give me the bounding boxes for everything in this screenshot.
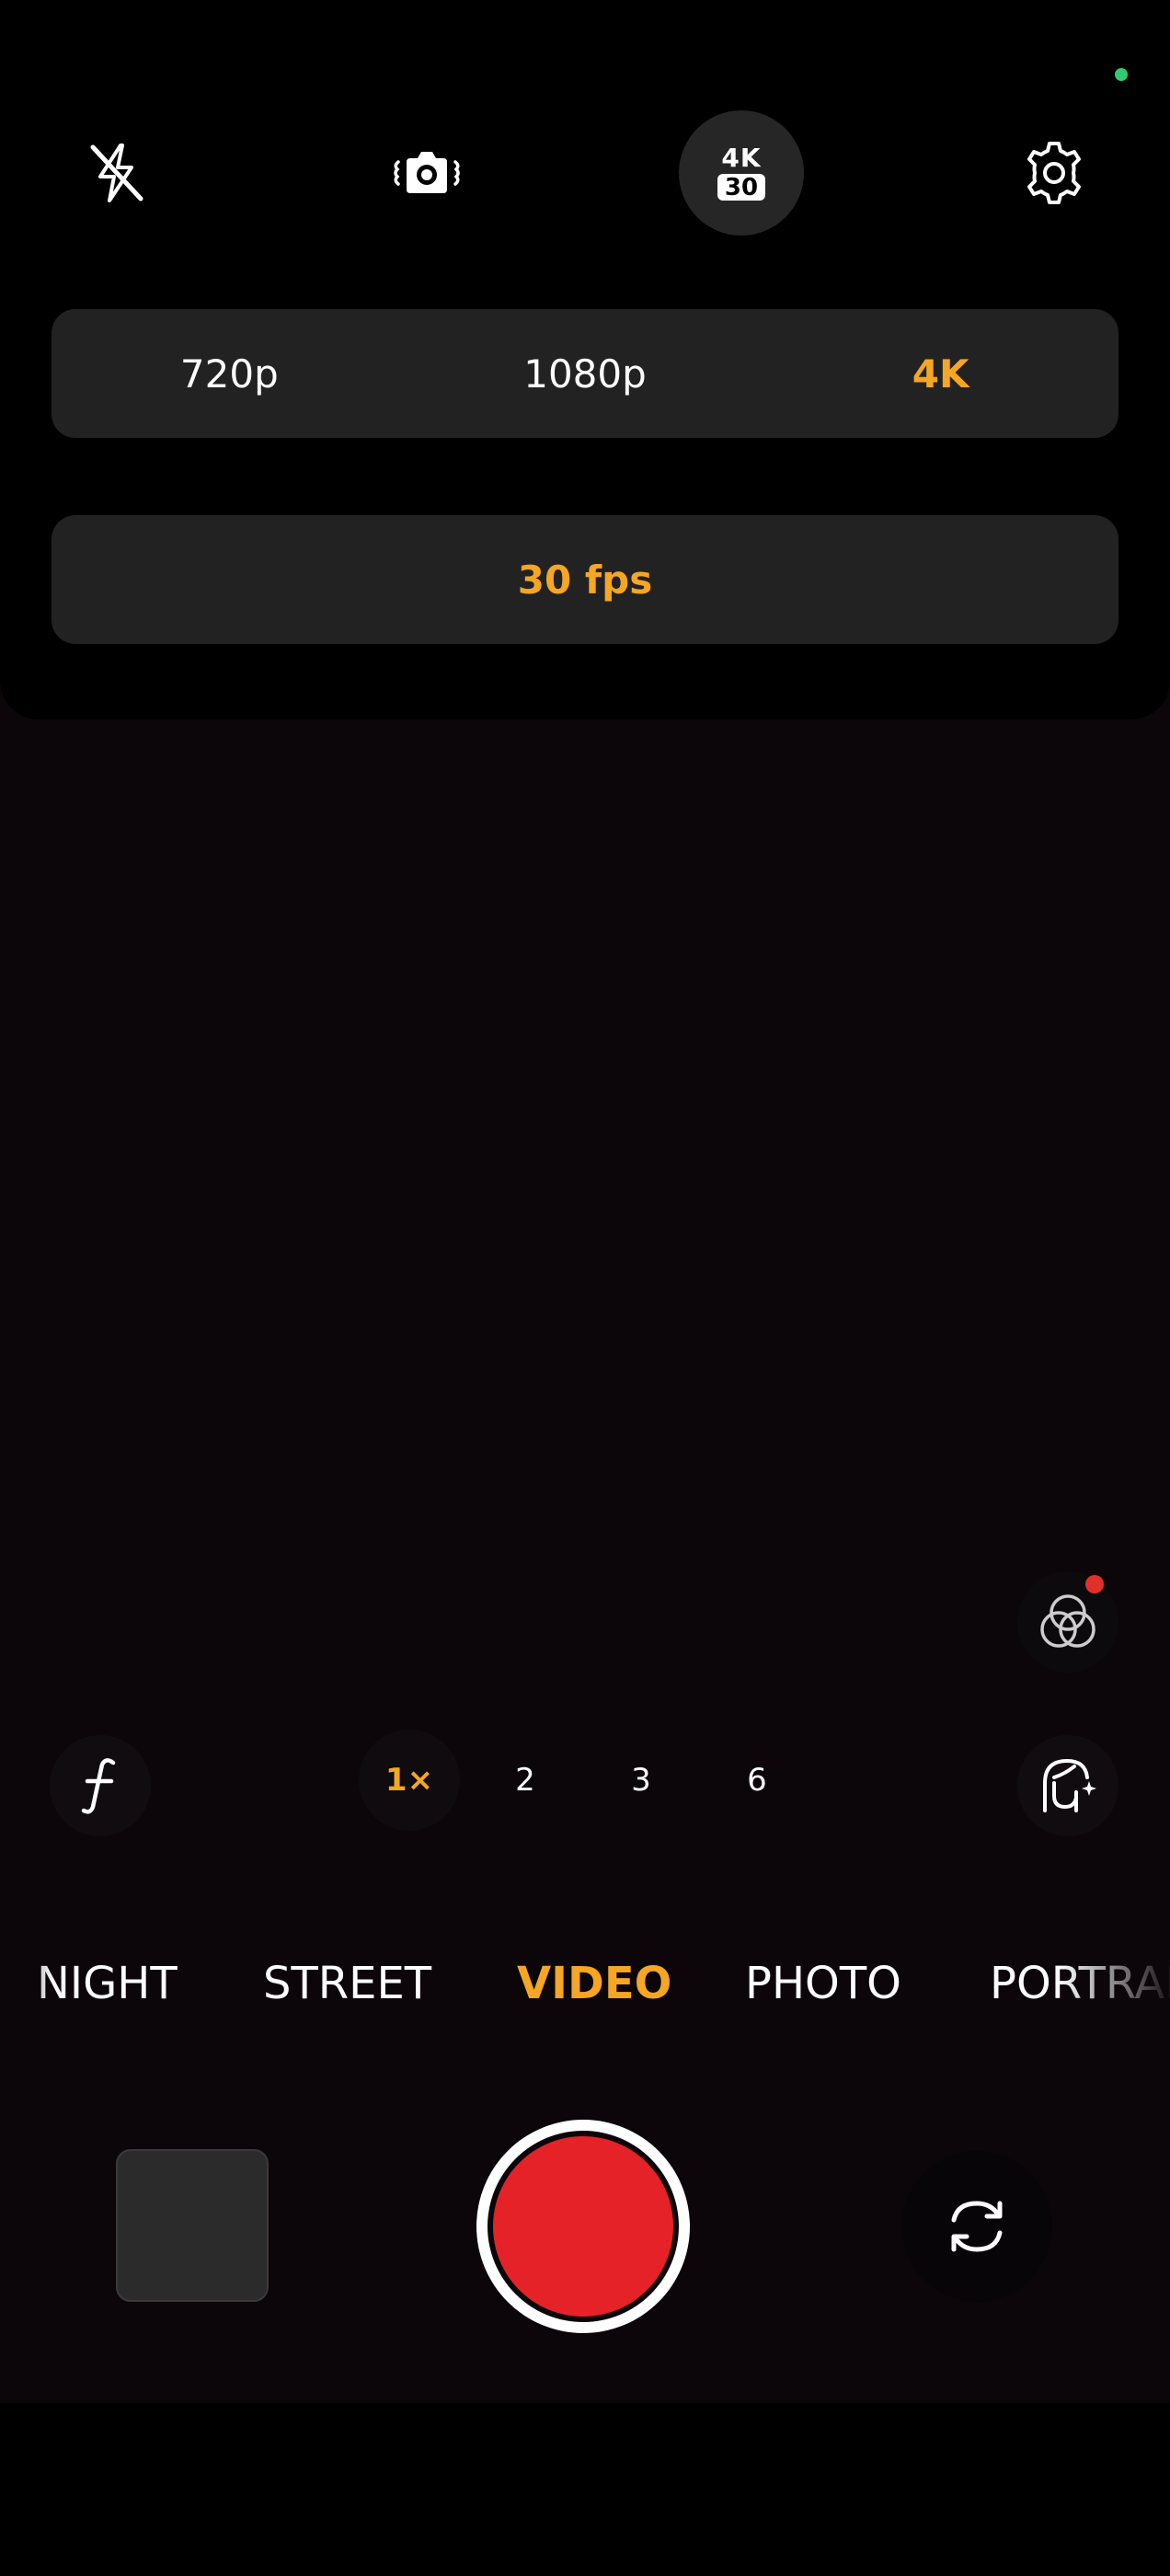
- mode-fade-left: [0, 1941, 55, 2024]
- filters-icon: [1040, 1594, 1095, 1648]
- zoom-selector: 1× 2 3 6: [359, 1730, 822, 1831]
- record-button-core: [493, 2136, 673, 2317]
- notification-dot: [1085, 1575, 1104, 1593]
- switch-camera-icon: [951, 2201, 1003, 2252]
- aperture-f-icon: [81, 1758, 116, 1814]
- mode-photo[interactable]: PHOTO: [745, 1950, 901, 2017]
- record-button[interactable]: [476, 2120, 690, 2333]
- face-retouch-button[interactable]: [1017, 1735, 1118, 1836]
- fps-selector: 30 fps: [52, 515, 1118, 644]
- resolution-badge[interactable]: 4K 30: [679, 110, 804, 236]
- filters-button[interactable]: [1017, 1571, 1118, 1673]
- mode-street[interactable]: STREET: [263, 1950, 431, 2017]
- resolution-selector: 720p 1080p 4K: [52, 309, 1118, 438]
- switch-camera-button[interactable]: [901, 2151, 1052, 2302]
- mode-night[interactable]: NIGHT: [37, 1950, 178, 2017]
- zoom-2x[interactable]: 2: [475, 1730, 576, 1831]
- face-retouch-icon: [1043, 1758, 1096, 1812]
- fps-option-30[interactable]: 30 fps: [52, 558, 1118, 603]
- mode-fade-right: [1060, 1941, 1170, 2024]
- zoom-3x[interactable]: 3: [591, 1730, 692, 1831]
- status-indicator-dot: [1115, 68, 1128, 81]
- zoom-6x[interactable]: 6: [706, 1730, 808, 1831]
- system-navigation-bar: [0, 2403, 1170, 2576]
- quick-settings-panel: 4K 30 720p 1080p 4K 30 fps: [0, 0, 1170, 719]
- mode-video[interactable]: VIDEO: [517, 1950, 671, 2017]
- resolution-option-1080p[interactable]: 1080p: [407, 351, 763, 397]
- record-button-ring: [488, 2131, 679, 2322]
- resolution-option-4k[interactable]: 4K: [763, 351, 1118, 397]
- settings-gear-icon[interactable]: [992, 110, 1117, 236]
- resolution-option-720p[interactable]: 720p: [52, 351, 407, 397]
- camera-screen: 4K 30 720p 1080p 4K 30 fps 1× 2 3 6 NIGH…: [0, 0, 1170, 2576]
- flash-off-icon[interactable]: [54, 110, 179, 236]
- aperture-f-button[interactable]: [50, 1735, 151, 1836]
- badge-fps: 30: [717, 174, 766, 201]
- zoom-1x[interactable]: 1×: [359, 1730, 460, 1831]
- badge-resolution: 4K: [721, 143, 762, 173]
- gallery-thumbnail[interactable]: [116, 2149, 269, 2302]
- camera-stabilization-icon[interactable]: [364, 110, 489, 236]
